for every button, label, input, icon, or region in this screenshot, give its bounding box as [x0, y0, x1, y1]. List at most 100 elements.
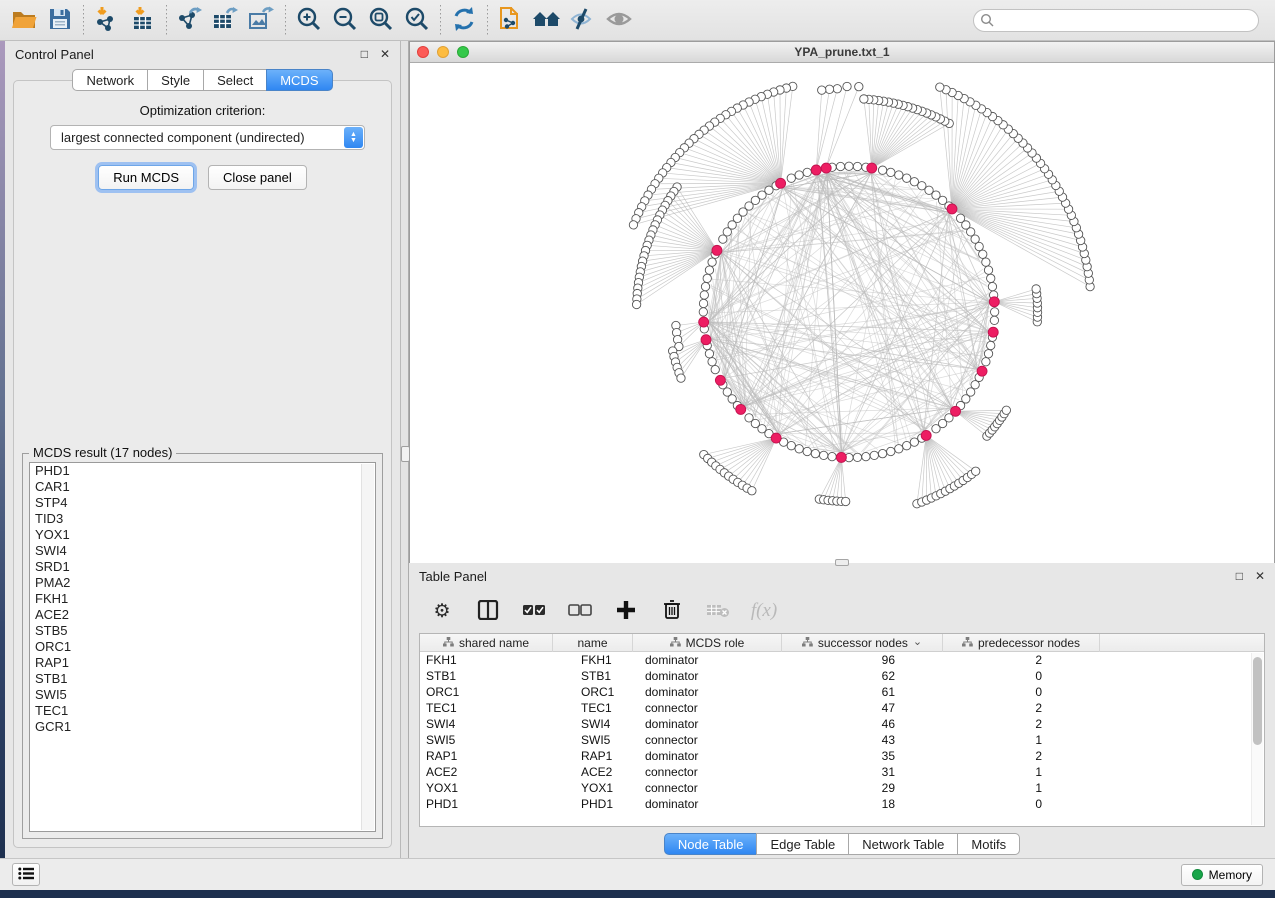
network-node[interactable]: [825, 85, 833, 93]
network-node[interactable]: [803, 447, 811, 455]
network-node[interactable]: [862, 452, 870, 460]
mcds-result-item[interactable]: SWI5: [30, 687, 375, 703]
network-node[interactable]: [878, 166, 886, 174]
network-node[interactable]: [895, 445, 903, 453]
mcds-node[interactable]: [951, 406, 961, 416]
mcds-node[interactable]: [699, 317, 709, 327]
mcds-result-list[interactable]: PHD1CAR1STP4TID3YOX1SWI4SRD1PMA2FKH1ACE2…: [29, 462, 376, 832]
mcds-node[interactable]: [715, 375, 725, 385]
mcds-result-item[interactable]: GCR1: [30, 719, 375, 735]
network-node[interactable]: [910, 438, 918, 446]
mcds-node[interactable]: [836, 452, 846, 462]
mcds-node[interactable]: [811, 165, 821, 175]
network-node[interactable]: [828, 452, 836, 460]
network-node[interactable]: [632, 300, 640, 308]
column-header-shared-name[interactable]: shared name: [420, 634, 553, 652]
mcds-result-item[interactable]: STB1: [30, 671, 375, 687]
import-table-button[interactable]: [125, 3, 161, 37]
open-file-button[interactable]: [6, 3, 42, 37]
tab-network[interactable]: Network: [72, 69, 147, 91]
network-node[interactable]: [836, 162, 844, 170]
mcds-result-item[interactable]: PMA2: [30, 575, 375, 591]
network-node[interactable]: [860, 95, 868, 103]
network-node[interactable]: [818, 86, 826, 94]
criterion-dropdown[interactable]: largest connected component (undirected)…: [50, 125, 365, 150]
network-node[interactable]: [1002, 406, 1010, 414]
mcds-result-item[interactable]: CAR1: [30, 479, 375, 495]
mcds-node[interactable]: [977, 366, 987, 376]
network-node[interactable]: [936, 83, 944, 91]
table-row[interactable]: FKH1FKH1dominator962: [420, 652, 1264, 668]
network-node[interactable]: [708, 358, 716, 366]
table-row[interactable]: STB1STB1dominator620: [420, 668, 1264, 684]
network-node[interactable]: [803, 168, 811, 176]
vertical-splitter[interactable]: [401, 41, 409, 858]
mcds-result-item[interactable]: SWI4: [30, 543, 375, 559]
mcds-node[interactable]: [989, 297, 999, 307]
network-node[interactable]: [845, 162, 853, 170]
network-node[interactable]: [705, 350, 713, 358]
mcds-result-item[interactable]: ACE2: [30, 607, 375, 623]
import-network-button[interactable]: [89, 3, 125, 37]
table-row[interactable]: PHD1PHD1dominator180: [420, 796, 1264, 812]
mcds-result-item[interactable]: YOX1: [30, 527, 375, 543]
mcds-result-item[interactable]: SRD1: [30, 559, 375, 575]
network-node[interactable]: [819, 451, 827, 459]
tab-style[interactable]: Style: [147, 69, 203, 91]
horizontal-splitter-grip[interactable]: [835, 559, 849, 566]
network-node[interactable]: [701, 282, 709, 290]
network-node[interactable]: [987, 274, 995, 282]
network-node[interactable]: [984, 266, 992, 274]
table-row[interactable]: ORC1ORC1dominator610: [420, 684, 1264, 700]
home-networks-button[interactable]: [529, 3, 565, 37]
network-node[interactable]: [711, 365, 719, 373]
network-node[interactable]: [841, 497, 849, 505]
mcds-result-item[interactable]: TEC1: [30, 703, 375, 719]
column-header-predecessor-nodes[interactable]: predecessor nodes: [943, 634, 1100, 652]
mcds-result-item[interactable]: RAP1: [30, 655, 375, 671]
network-node[interactable]: [984, 350, 992, 358]
mcds-result-item[interactable]: STP4: [30, 495, 375, 511]
mcds-list-scrollbar[interactable]: [361, 464, 374, 830]
mcds-result-item[interactable]: PHD1: [30, 463, 375, 479]
network-node[interactable]: [629, 221, 637, 229]
table-row[interactable]: YOX1YOX1connector291: [420, 780, 1264, 796]
network-node[interactable]: [705, 266, 713, 274]
delete-table-button[interactable]: [705, 598, 731, 624]
mcds-node[interactable]: [821, 163, 831, 173]
run-mcds-button[interactable]: Run MCDS: [98, 165, 194, 190]
network-node[interactable]: [870, 451, 878, 459]
zoom-selected-button[interactable]: [399, 3, 435, 37]
close-panel-icon[interactable]: ✕: [380, 48, 390, 60]
network-node[interactable]: [795, 171, 803, 179]
mcds-node[interactable]: [776, 178, 786, 188]
refresh-button[interactable]: [446, 3, 482, 37]
network-node[interactable]: [677, 374, 685, 382]
zoom-in-button[interactable]: [291, 3, 327, 37]
network-node[interactable]: [748, 487, 756, 495]
delete-column-button[interactable]: [659, 598, 685, 624]
tab-mcds[interactable]: MCDS: [266, 69, 332, 91]
table-row[interactable]: RAP1RAP1dominator352: [420, 748, 1264, 764]
network-node[interactable]: [990, 308, 998, 316]
network-document-button[interactable]: [493, 3, 529, 37]
mcds-node[interactable]: [771, 433, 781, 443]
network-node[interactable]: [699, 299, 707, 307]
table-row[interactable]: ACE2ACE2connector311: [420, 764, 1264, 780]
mcds-node[interactable]: [736, 404, 746, 414]
network-node[interactable]: [787, 174, 795, 182]
table-scrollbar-thumb[interactable]: [1253, 657, 1262, 745]
network-node[interactable]: [699, 308, 707, 316]
mcds-result-item[interactable]: ORC1: [30, 639, 375, 655]
table-row[interactable]: SWI4SWI4dominator462: [420, 716, 1264, 732]
network-node[interactable]: [910, 178, 918, 186]
add-column-button[interactable]: [613, 598, 639, 624]
mcds-result-item[interactable]: FKH1: [30, 591, 375, 607]
network-node[interactable]: [700, 291, 708, 299]
mcds-node[interactable]: [701, 335, 711, 345]
export-table-button[interactable]: [208, 3, 244, 37]
network-node[interactable]: [982, 258, 990, 266]
float-panel-icon[interactable]: □: [361, 48, 368, 60]
tab-node-table[interactable]: Node Table: [664, 833, 757, 855]
network-node[interactable]: [990, 316, 998, 324]
